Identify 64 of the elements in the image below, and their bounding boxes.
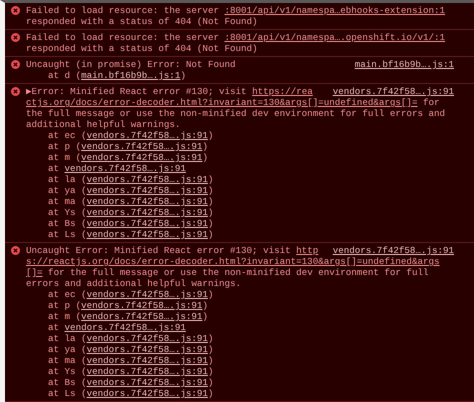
source-link[interactable]: ctjs.org/docs/error-decoder.html?invariant=130&args[]=undefined&args[]=: [26, 97, 418, 108]
source-link[interactable]: :8001/api/v1/namespa…ebhooks-extension:1: [224, 5, 446, 16]
message-text: Failed to load resource: the server :8001/api/v1/namespa….openshift.io/v1/:1: [26, 32, 446, 43]
message-text: []= for the full message or use the non-minified dev environment for full: [26, 267, 428, 278]
stack-frame: at vendors.7f42f58….js:91: [26, 322, 186, 333]
stack-frame: at Bs (vendors.7f42f58….js:91): [26, 218, 214, 229]
stack-frame: at ya (vendors.7f42f58….js:91): [26, 185, 214, 196]
source-link[interactable]: vendors.7f42f58….js:91: [64, 322, 186, 333]
source-link[interactable]: vendors.7f42f58….js:91: [86, 229, 208, 240]
source-link[interactable]: vendors.7f42f58….js:91: [81, 300, 202, 311]
stack-frame: at Bs (vendors.7f42f58….js:91): [26, 377, 214, 388]
stack-frame: at ec (vendors.7f42f58….js:91): [26, 130, 214, 141]
stack-frame: at Ys (vendors.7f42f58….js:91): [26, 207, 214, 218]
source-link[interactable]: https://rea: [252, 86, 313, 97]
source-link[interactable]: vendors.7f42f58….js:91: [86, 196, 208, 207]
source-link[interactable]: vendors.7f42f58….js:91: [86, 130, 208, 141]
source-link[interactable]: vendors.7f42f58….js:91: [81, 141, 202, 152]
source-link[interactable]: vendors.7f42f58….js:91: [86, 218, 208, 229]
source-link[interactable]: vendors.7f42f58….js:91: [86, 355, 208, 366]
stack-frame: at Ls (vendors.7f42f58….js:91): [26, 388, 214, 399]
source-link[interactable]: s://reactjs.org/docs/error-decoder.html?invariant=130&args[]=undefined&args: [26, 256, 440, 267]
stack-frame: at ya (vendors.7f42f58….js:91): [26, 344, 214, 355]
stack-frame: at vendors.7f42f58….js:91: [26, 163, 186, 174]
message-text: additional helpful warnings.: [26, 119, 180, 130]
message-text: responded with a status of 404 (Not Found): [26, 43, 258, 54]
source-link[interactable]: vendors.7f42f58….js:91: [86, 388, 208, 399]
message-text: the full message or use the non-minified dev environment for full errors and: [26, 108, 446, 119]
message-text: Failed to load resource: the server :8001/api/v1/namespa…ebhooks-extension:1: [26, 5, 446, 16]
source-link[interactable]: vendors.7f42f58….js:91: [86, 377, 208, 388]
source-link[interactable]: vendors.7f42f58….js:91: [332, 245, 454, 256]
stack-frame: at ma (vendors.7f42f58….js:91): [26, 355, 214, 366]
source-link[interactable]: vendors.7f42f58….js:91: [86, 366, 208, 377]
stack-frame: at ma (vendors.7f42f58….js:91): [26, 196, 214, 207]
stack-frame: at p (vendors.7f42f58….js:91): [26, 141, 208, 152]
stack-frame: at la (vendors.7f42f58….js:91): [26, 174, 214, 185]
stack-frame: at Ys (vendors.7f42f58….js:91): [26, 366, 214, 377]
message-text: ▶Error: Minified React error #130; visit https://rea: [26, 86, 313, 97]
message-text: errors and additional helpful warnings.: [26, 278, 242, 289]
source-link[interactable]: :8001/api/v1/namespa….openshift.io/v1/:1: [224, 32, 446, 43]
stack-frame: at m (vendors.7f42f58….js:91): [26, 152, 208, 163]
message-text: Uncaught (in promise) Error: Not Found: [26, 59, 236, 70]
source-link[interactable]: vendors.7f42f58….js:91: [86, 344, 208, 355]
source-link[interactable]: vendors.7f42f58….js:91: [64, 163, 186, 174]
stack-frame: at p (vendors.7f42f58….js:91): [26, 300, 208, 311]
source-link[interactable]: vendors.7f42f58….js:91: [86, 174, 208, 185]
source-link[interactable]: vendors.7f42f58….js:91: [86, 333, 208, 344]
source-link[interactable]: vendors.7f42f58….js:91: [332, 86, 454, 97]
stack-frame: at d (main.bf16b9b….js:1): [26, 70, 186, 81]
stack-frame: at ec (vendors.7f42f58….js:91): [26, 289, 214, 300]
source-link[interactable]: vendors.7f42f58….js:91: [86, 185, 208, 196]
source-link[interactable]: vendors.7f42f58….js:91: [86, 289, 208, 300]
stack-frame: at la (vendors.7f42f58….js:91): [26, 333, 214, 344]
source-link[interactable]: main.bf16b9b….js:1: [354, 59, 454, 70]
message-text: Uncaught Error: Minified React error #130; visit http: [26, 245, 318, 256]
source-link[interactable]: vendors.7f42f58….js:91: [86, 207, 208, 218]
source-link[interactable]: vendors.7f42f58….js:91: [81, 152, 202, 163]
source-link[interactable]: vendors.7f42f58….js:91: [81, 311, 202, 322]
source-link[interactable]: []=: [26, 267, 43, 278]
stack-frame: at m (vendors.7f42f58….js:91): [26, 311, 208, 322]
source-link[interactable]: http: [296, 245, 318, 256]
message-text: ctjs.org/docs/error-decoder.html?invariant=130&args[]=undefined&args[]= for: [26, 97, 440, 108]
message-text: responded with a status of 404 (Not Found): [26, 16, 258, 27]
source-link[interactable]: main.bf16b9b….js:1: [81, 70, 180, 81]
stack-frame: at Ls (vendors.7f42f58….js:91): [26, 229, 214, 240]
